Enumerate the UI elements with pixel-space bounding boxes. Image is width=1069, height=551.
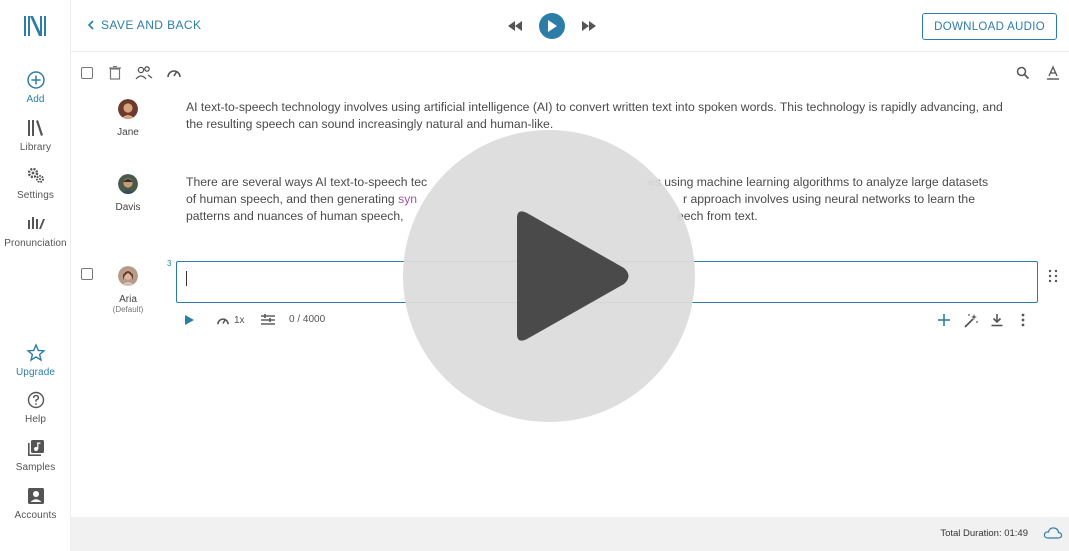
text-segment: r approach involves using neural network… bbox=[683, 192, 975, 206]
sidebar-item-library[interactable]: Library bbox=[0, 118, 71, 153]
sliders-icon bbox=[261, 314, 275, 325]
block-checkbox[interactable] bbox=[81, 268, 97, 284]
block-text[interactable]: AI text-to-speech technology involves us… bbox=[186, 99, 1021, 133]
search-icon[interactable] bbox=[1015, 65, 1031, 81]
text-format-icon[interactable] bbox=[1045, 65, 1061, 81]
sidebar-item-settings[interactable]: Settings bbox=[0, 166, 71, 201]
music-note-icon bbox=[27, 440, 44, 456]
voice-settings-button[interactable] bbox=[260, 314, 276, 326]
sidebar-item-label: Add bbox=[26, 94, 45, 105]
trash-icon[interactable] bbox=[107, 65, 123, 81]
sidebar-item-pronunciation[interactable]: Pronunciation bbox=[0, 214, 71, 249]
speaker[interactable]: Aria (Default) bbox=[113, 266, 143, 314]
play-icon bbox=[185, 315, 194, 325]
gears-icon bbox=[27, 167, 44, 183]
video-play-overlay[interactable] bbox=[403, 130, 695, 422]
sidebar-item-label: Pronunciation bbox=[4, 238, 67, 249]
library-icon bbox=[27, 120, 43, 136]
character-count: 0 / 4000 bbox=[289, 314, 326, 325]
sidebar: Add Library Settings Pronunciation Upgra… bbox=[0, 0, 71, 551]
sidebar-item-label: Accounts bbox=[14, 510, 57, 521]
select-all-checkbox[interactable] bbox=[81, 67, 97, 83]
sidebar-item-label: Samples bbox=[15, 462, 56, 473]
sidebar-item-label: Library bbox=[19, 142, 52, 153]
save-and-back-button[interactable]: SAVE AND BACK bbox=[87, 18, 201, 32]
total-duration: Total Duration: 01:49 bbox=[940, 528, 1028, 539]
sidebar-item-upgrade[interactable]: Upgrade bbox=[0, 343, 71, 378]
add-block-icon[interactable] bbox=[937, 313, 951, 327]
speed-gauge-icon[interactable] bbox=[166, 65, 182, 81]
account-box-icon bbox=[27, 488, 44, 504]
change-speaker-icon[interactable] bbox=[135, 65, 153, 81]
speaker-name: Jane bbox=[117, 127, 139, 138]
star-icon bbox=[25, 343, 46, 362]
play-icon bbox=[517, 211, 629, 341]
text-segment: There are several ways AI text-to-speech… bbox=[186, 175, 428, 189]
avatar bbox=[118, 99, 138, 119]
sidebar-item-label: Settings bbox=[17, 190, 54, 201]
top-bar: SAVE AND BACK DOWNLOAD AUDIO bbox=[71, 0, 1069, 52]
speaker[interactable]: Davis bbox=[113, 174, 143, 213]
avatar bbox=[118, 174, 138, 194]
highlighted-word[interactable]: syn bbox=[398, 192, 417, 206]
plus-circle-icon bbox=[26, 71, 45, 89]
cloud-sync-icon[interactable] bbox=[1043, 526, 1063, 540]
speaker-name: Davis bbox=[115, 202, 141, 213]
save-and-back-label: SAVE AND BACK bbox=[101, 18, 202, 32]
audio-player bbox=[505, 13, 599, 39]
logo-icon[interactable] bbox=[22, 14, 48, 38]
chevron-left-icon bbox=[87, 20, 94, 30]
speed-gauge-icon bbox=[217, 318, 229, 325]
sidebar-item-help[interactable]: Help bbox=[0, 390, 71, 425]
speaker[interactable]: Jane bbox=[113, 99, 143, 138]
fast-forward-icon[interactable] bbox=[579, 19, 599, 33]
block-play-button[interactable] bbox=[184, 314, 194, 326]
line-number: 3 bbox=[167, 259, 172, 268]
avatar bbox=[118, 266, 138, 286]
magic-wand-icon[interactable] bbox=[963, 313, 979, 328]
drag-handle-icon[interactable] bbox=[1047, 269, 1059, 283]
play-icon bbox=[548, 20, 557, 32]
app: Add Library Settings Pronunciation Upgra… bbox=[0, 0, 1069, 551]
sidebar-item-label: Help bbox=[25, 414, 46, 425]
rewind-icon[interactable] bbox=[505, 19, 525, 33]
sidebar-item-accounts[interactable]: Accounts bbox=[0, 486, 71, 521]
sidebar-item-label: Upgrade bbox=[15, 367, 56, 378]
download-icon[interactable] bbox=[990, 313, 1004, 327]
more-options-icon[interactable] bbox=[1020, 313, 1026, 327]
help-circle-icon bbox=[27, 391, 44, 409]
text-segment: of human speech, and then generating bbox=[186, 192, 399, 206]
play-button[interactable] bbox=[539, 13, 565, 39]
sidebar-item-add[interactable]: Add bbox=[0, 70, 71, 105]
text-segment: patterns and nuances of human speech, bbox=[186, 209, 404, 223]
text-segment: es using machine learning algorithms to … bbox=[648, 175, 989, 189]
speaker-name: Aria bbox=[119, 294, 137, 305]
speed-value: 1x bbox=[234, 314, 245, 326]
editor-toolbar bbox=[71, 60, 1069, 86]
sidebar-item-samples[interactable]: Samples bbox=[0, 438, 71, 473]
pronunciation-icon bbox=[27, 217, 45, 229]
download-audio-button[interactable]: DOWNLOAD AUDIO bbox=[922, 13, 1057, 40]
footer-bar: Total Duration: 01:49 bbox=[71, 517, 1069, 551]
speed-control[interactable]: 1x bbox=[216, 314, 245, 326]
text-caret bbox=[186, 271, 187, 286]
text-segment: eech from text. bbox=[677, 209, 758, 223]
